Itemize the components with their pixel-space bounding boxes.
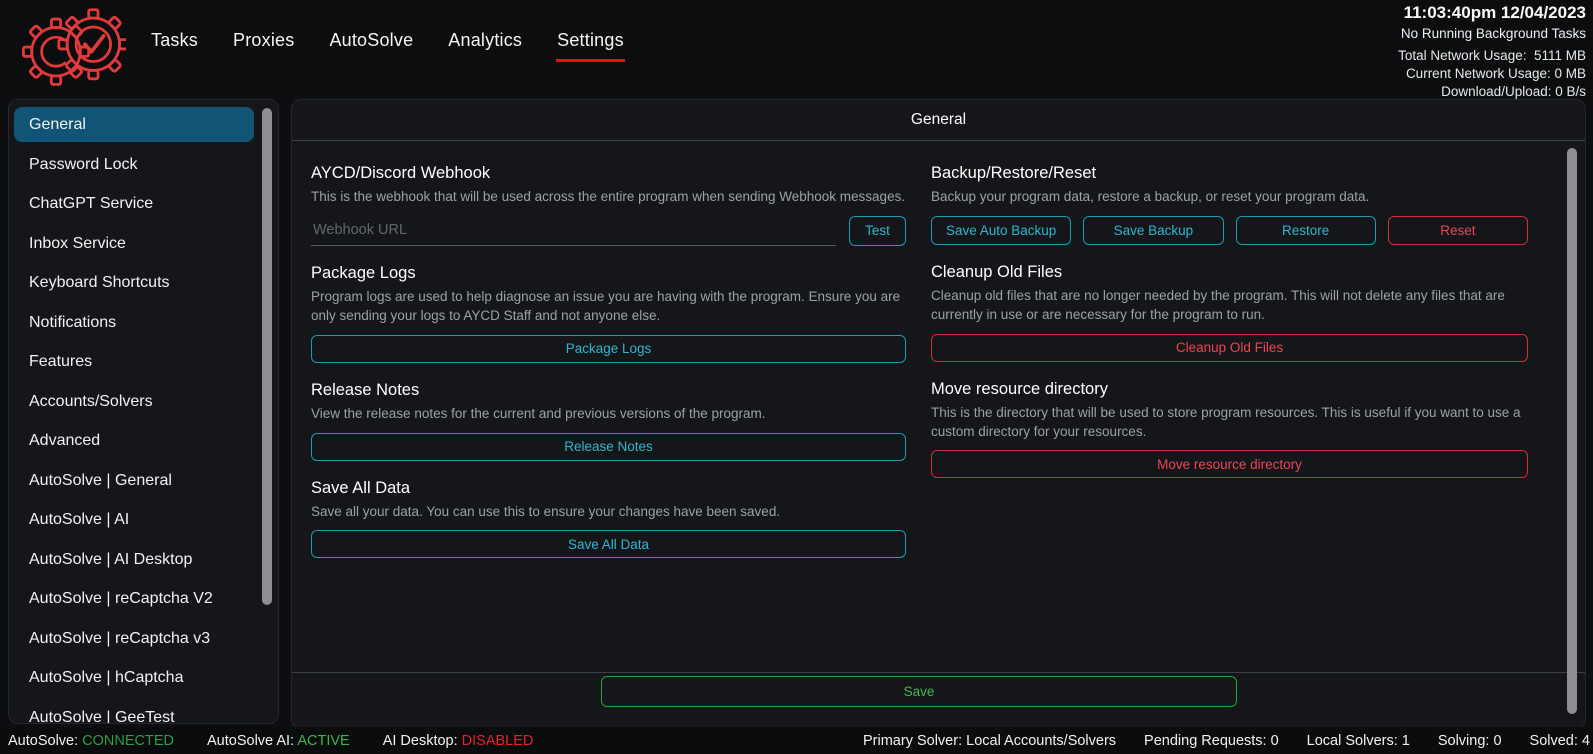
right-column: Backup/Restore/Reset Backup your program… [931,146,1528,558]
nav-tab-tasks[interactable]: Tasks [150,30,199,62]
release-notes-description: View the release notes for the current a… [311,405,766,421]
package-logs-section: Package Logs Program logs are used to he… [311,264,906,363]
app-window: Tasks Proxies AutoSolve Analytics Settin… [0,0,1593,754]
sidebar-item-features[interactable]: Features [14,344,254,384]
current-network-usage: Current Network Usage: 0 MB [1405,66,1586,81]
sidebar-item-keyboard-shortcuts[interactable]: Keyboard Shortcuts [14,265,254,305]
cleanup-old-files-heading: Cleanup Old Files [931,262,1063,281]
main-nav: Tasks Proxies AutoSolve Analytics Settin… [150,30,625,62]
autosolve-ai-status: AutoSolve AI: ACTIVE [207,732,350,749]
pending-requests-status: Pending Requests: 0 [1144,732,1279,749]
settings-columns: AYCD/Discord Webhook This is the webhook… [292,141,1585,559]
aycd-logo-icon [14,2,130,99]
solving-status: Solving: 0 [1437,732,1502,749]
sidebar-item-autosolve-recaptcha-v3[interactable]: AutoSolve | reCaptcha v3 [14,621,254,661]
test-webhook-button[interactable]: Test [849,215,906,246]
ai-desktop-status: AI Desktop: DISABLED [382,732,534,749]
nav-tab-settings[interactable]: Settings [556,30,625,62]
move-resource-directory-button[interactable]: Move resource directory [931,450,1528,479]
sidebar-item-inbox-service[interactable]: Inbox Service [14,226,254,266]
save-auto-backup-button[interactable]: Save Auto Backup [931,215,1072,245]
sidebar-item-autosolve-ai-desktop[interactable]: AutoSolve | AI Desktop [14,542,254,582]
local-solvers-status: Local Solvers: 1 [1306,732,1410,749]
sidebar-item-general[interactable]: General [14,107,254,142]
status-bar: AutoSolve: CONNECTED AutoSolve AI: ACTIV… [0,727,1593,754]
sidebar-item-autosolve-recaptcha-v2[interactable]: AutoSolve | reCaptcha V2 [14,581,254,621]
status-right-group: Primary Solver: Local Accounts/Solvers P… [863,733,1593,749]
release-notes-heading: Release Notes [311,380,420,399]
nav-tab-analytics[interactable]: Analytics [447,30,523,62]
sidebar-item-autosolve-hcaptcha[interactable]: AutoSolve | hCaptcha [14,660,254,700]
backup-restore-reset-description: Backup your program data, restore a back… [931,189,1370,204]
backup-buttons-row: Save Auto Backup Save Backup Restore Res… [931,215,1528,245]
move-resource-directory-section: Move resource directory This is the dire… [931,380,1528,479]
package-logs-description: Program logs are used to help diagnose a… [311,288,901,323]
sidebar-item-password-lock[interactable]: Password Lock [14,147,254,187]
sidebar-item-accounts-solvers[interactable]: Accounts/Solvers [14,384,254,424]
webhook-section: AYCD/Discord Webhook This is the webhook… [311,164,906,246]
release-notes-section: Release Notes View the release notes for… [311,381,906,461]
cleanup-old-files-button[interactable]: Cleanup Old Files [931,333,1528,362]
backup-restore-reset-heading: Backup/Restore/Reset [931,164,1097,182]
sidebar-item-notifications[interactable]: Notifications [14,305,254,345]
nav-tab-autosolve[interactable]: AutoSolve [328,30,414,62]
sidebar-item-autosolve-general[interactable]: AutoSolve | General [14,463,254,503]
background-tasks-status: No Running Background Tasks [1400,26,1586,41]
save-backup-button[interactable]: Save Backup [1083,215,1224,245]
clock: 11:03:40pm 12/04/2023 [1403,3,1586,22]
save-all-data-section: Save All Data Save all your data. You ca… [311,479,906,559]
autosolve-status: AutoSolve: CONNECTED [8,732,175,749]
backup-restore-reset-section: Backup/Restore/Reset Backup your program… [931,164,1528,245]
sidebar-scrollbar[interactable] [262,108,272,605]
webhook-input-row: Test [311,215,906,246]
sidebar-item-autosolve-geetest[interactable]: AutoSolve | GeeTest [14,700,254,724]
general-settings-panel: General AYCD/Discord Webhook This is the… [291,99,1586,729]
save-all-data-heading: Save All Data [311,478,411,497]
restore-button[interactable]: Restore [1235,215,1376,245]
cleanup-old-files-section: Cleanup Old Files Cleanup old files that… [931,263,1528,362]
settings-sidebar: General Password Lock ChatGPT Service In… [8,99,279,724]
top-bar: Tasks Proxies AutoSolve Analytics Settin… [0,0,1593,99]
page-title: General [910,111,967,128]
move-resource-directory-description: This is the directory that will be used … [931,404,1521,439]
status-left-group: AutoSolve: CONNECTED AutoSolve AI: ACTIV… [0,733,533,749]
nav-tab-proxies[interactable]: Proxies [232,30,295,62]
sidebar-item-autosolve-ai[interactable]: AutoSolve | AI [14,502,254,542]
webhook-url-input[interactable] [311,217,836,246]
webhook-heading: AYCD/Discord Webhook [311,164,491,182]
webhook-description: This is the webhook that will be used ac… [311,189,906,204]
package-logs-heading: Package Logs [311,263,416,282]
sidebar-item-chatgpt-service[interactable]: ChatGPT Service [14,186,254,226]
primary-solver-status: Primary Solver: Local Accounts/Solvers [863,732,1117,749]
cleanup-old-files-description: Cleanup old files that are no longer nee… [931,287,1505,322]
sidebar-item-advanced[interactable]: Advanced [14,423,254,463]
save-button[interactable]: Save [601,676,1237,707]
save-all-data-description: Save all your data. You can use this to … [311,503,781,519]
save-row-divider [292,672,1585,673]
header-info: 11:03:40pm 12/04/2023 No Running Backgro… [1398,1,1586,101]
total-network-usage: Total Network Usage: 5111 MB [1398,48,1586,63]
left-column: AYCD/Discord Webhook This is the webhook… [311,146,906,559]
move-resource-directory-heading: Move resource directory [931,379,1108,398]
reset-button[interactable]: Reset [1387,215,1528,245]
solved-status: Solved: 4 [1529,732,1590,749]
save-all-data-button[interactable]: Save All Data [311,530,906,559]
release-notes-button[interactable]: Release Notes [311,432,906,461]
package-logs-button[interactable]: Package Logs [311,334,906,363]
main-scrollbar[interactable] [1567,148,1577,714]
settings-nav-list: General Password Lock ChatGPT Service In… [9,100,278,724]
